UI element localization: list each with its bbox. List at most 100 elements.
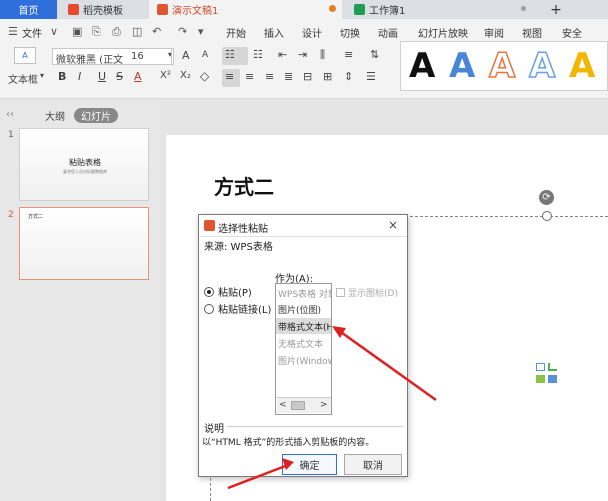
superscript-icon[interactable]: X²: [160, 70, 171, 81]
scroll-left-icon[interactable]: <: [279, 400, 287, 410]
radio-paste-link[interactable]: 粘贴链接(L): [204, 301, 271, 316]
print-icon[interactable]: ⎙: [112, 25, 121, 39]
menu-view[interactable]: 视图: [522, 25, 542, 40]
list-item[interactable]: WPS表格 对象: [276, 285, 331, 301]
tab-presentation[interactable]: 演示文稿1: [149, 0, 342, 19]
textbox-icon[interactable]: A: [14, 47, 36, 64]
text-style-orange-outline[interactable]: A: [488, 44, 516, 88]
ribbon-row-format: 文本框 ▾ B I U S A X² X₂ ◇ ≡ ≡ ≡ ≣ ⊟ ⊞ ⇕ ☰: [0, 69, 400, 91]
tab-workbook[interactable]: 工作簿1: [346, 0, 532, 19]
menu-file[interactable]: 文件: [22, 25, 42, 40]
list-item[interactable]: 无格式文本: [276, 335, 331, 351]
tab-home-label: 首页: [18, 6, 39, 17]
list-item[interactable]: 图片(Windows元文件): [276, 352, 331, 368]
numbering-icon[interactable]: ☷: [253, 48, 263, 61]
textbox-chevron-icon[interactable]: ▾: [40, 71, 44, 80]
scroll-right-icon[interactable]: >: [320, 400, 328, 410]
print-preview-icon[interactable]: ◫: [132, 25, 142, 38]
dialog-titlebar[interactable]: 选择性粘贴 ×: [199, 215, 407, 237]
align-center-icon[interactable]: ≡: [245, 70, 254, 83]
italic-icon[interactable]: I: [78, 70, 81, 83]
slide-thumbnail-1[interactable]: 粘贴表格 复合您人员对标题数据库: [19, 128, 149, 201]
text-style-black[interactable]: A: [409, 44, 435, 88]
hamburger-icon[interactable]: ☰: [8, 25, 18, 38]
align-left-icon[interactable]: ≡: [225, 70, 234, 83]
tab-home[interactable]: 首页: [0, 0, 57, 19]
menu-slideshow[interactable]: 幻灯片放映: [418, 25, 468, 40]
chevron-down-icon[interactable]: ∨: [50, 25, 58, 38]
customize-icon[interactable]: ▾: [198, 25, 204, 38]
radio-paste-label: 粘贴(P): [218, 288, 252, 299]
distribute-icon[interactable]: ⊟: [303, 70, 312, 83]
scroll-thumb[interactable]: [291, 401, 305, 410]
shrink-font-icon[interactable]: A: [202, 50, 208, 60]
tab-status-dot-icon: [521, 6, 526, 11]
font-size-select[interactable]: 16: [128, 48, 172, 65]
list-horizontal-scrollbar[interactable]: < >: [277, 397, 331, 413]
menu-start[interactable]: 开始: [226, 25, 246, 40]
convert-smartart-icon[interactable]: ☰: [366, 70, 376, 83]
docer-logo-icon: [68, 4, 79, 15]
list-item[interactable]: 图片(位图): [276, 301, 331, 317]
tab-slides[interactable]: 幻灯片: [74, 108, 118, 123]
radio-paste-link-dot[interactable]: [204, 303, 214, 314]
text-style-blue[interactable]: A: [449, 44, 475, 88]
paragraph-spacing-icon[interactable]: ⇕: [344, 70, 353, 83]
insert-picture-icon[interactable]: [536, 375, 545, 383]
text-style-blue-outline[interactable]: A: [528, 44, 556, 88]
close-icon[interactable]: ×: [388, 218, 398, 232]
menu-animation[interactable]: 动画: [378, 25, 398, 40]
insert-table-icon[interactable]: [536, 363, 545, 371]
bullets-icon[interactable]: ☷: [225, 48, 235, 61]
justify-icon[interactable]: ≣: [284, 70, 293, 83]
menu-insert[interactable]: 插入: [264, 25, 284, 40]
clear-format-icon[interactable]: ◇: [200, 69, 209, 83]
app-window: 首页 稻壳模板 演示文稿1 工作簿1 + ☰ 文件 ∨ ▣ ⎘ ⎙ ◫ ↶ ↷ …: [0, 0, 608, 501]
text-style-gold[interactable]: A: [569, 44, 595, 88]
bold-icon[interactable]: B: [58, 70, 66, 83]
slide-thumbnail-2[interactable]: 方式二: [19, 207, 149, 280]
paste-format-list[interactable]: WPS表格 对象 图片(位图) 带格式文本(HTML) 无格式文本 图片(Win…: [275, 283, 332, 415]
insert-media-icon[interactable]: [548, 375, 557, 383]
vertical-align-icon[interactable]: ⊞: [323, 70, 332, 83]
columns-icon[interactable]: ⫼: [320, 48, 325, 62]
tab-outline[interactable]: 大纲: [40, 108, 70, 123]
textbox-label[interactable]: 文本框: [8, 71, 38, 86]
export-icon[interactable]: ⎘: [92, 25, 101, 39]
underline-icon[interactable]: U: [98, 70, 106, 83]
insert-chart-icon[interactable]: [548, 363, 557, 371]
menu-bar: ☰ 文件 ∨ ▣ ⎘ ⎙ ◫ ↶ ↷ ▾ 开始 插入 设计 切换 动画 幻灯片放…: [0, 19, 608, 43]
line-spacing-icon[interactable]: ≡: [344, 48, 353, 61]
unsaved-dot-icon: [329, 5, 336, 12]
tab-presentation-label: 演示文稿1: [172, 6, 219, 17]
save-icon[interactable]: ▣: [72, 25, 82, 38]
undo-icon[interactable]: ↶: [152, 25, 161, 38]
font-color-icon[interactable]: A: [134, 70, 142, 83]
ribbon: ☰ 文件 ∨ ▣ ⎘ ⎙ ◫ ↶ ↷ ▾ 开始 插入 设计 切换 动画 幻灯片放…: [0, 19, 608, 99]
collapse-panel-icon[interactable]: ‹‹: [6, 109, 14, 120]
decrease-indent-icon[interactable]: ⇤: [278, 48, 287, 61]
menu-security[interactable]: 安全: [562, 25, 582, 40]
increase-indent-icon[interactable]: ⇥: [298, 48, 307, 61]
redo-icon[interactable]: ↷: [178, 25, 187, 38]
rotate-handle-icon[interactable]: ⟳: [539, 190, 554, 205]
cancel-button[interactable]: 取消: [344, 454, 402, 475]
text-direction-icon[interactable]: ⇅: [370, 48, 379, 61]
menu-transition[interactable]: 切换: [340, 25, 360, 40]
grow-font-icon[interactable]: A: [182, 49, 190, 62]
subscript-icon[interactable]: X₂: [180, 70, 191, 81]
checkbox-box[interactable]: [336, 288, 345, 297]
show-icon-checkbox[interactable]: 显示图标(D): [336, 286, 398, 299]
radio-paste-dot[interactable]: [204, 286, 214, 297]
tab-template[interactable]: 稻壳模板: [60, 0, 146, 19]
menu-review[interactable]: 审阅: [484, 25, 504, 40]
menu-design[interactable]: 设计: [302, 25, 322, 40]
ok-button[interactable]: 确定: [282, 454, 337, 475]
strikethrough-icon[interactable]: S: [116, 70, 123, 83]
list-item-selected[interactable]: 带格式文本(HTML): [276, 318, 331, 334]
slide-heading[interactable]: 方式二: [214, 171, 274, 200]
radio-paste[interactable]: 粘贴(P): [204, 284, 252, 299]
resize-handle[interactable]: [542, 211, 552, 221]
new-tab-button[interactable]: +: [548, 0, 564, 19]
align-right-icon[interactable]: ≡: [265, 70, 274, 83]
